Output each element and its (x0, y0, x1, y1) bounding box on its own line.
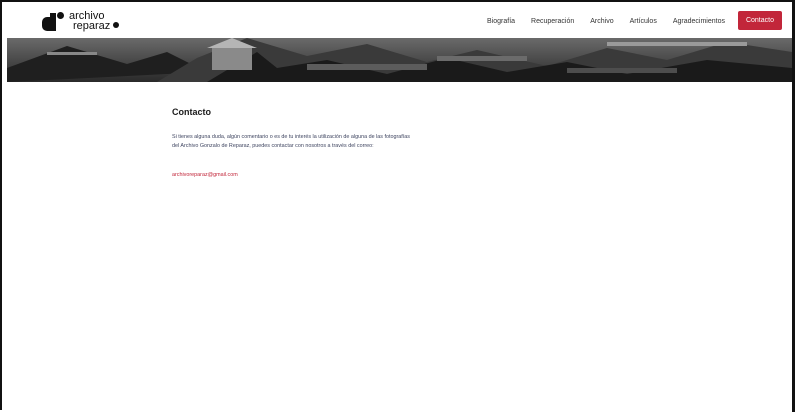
logo-line-2: reparaz (73, 20, 111, 32)
logo-dot-icon (113, 22, 120, 28)
nav-item-agradecimientos[interactable]: Agradecimientos (673, 18, 725, 25)
nav-contacto-button[interactable]: Contacto (737, 11, 782, 30)
contact-paragraph: Si tienes alguna duda, algún comentario … (172, 134, 410, 149)
logo-mark-icon (42, 11, 64, 31)
site-header: archivo reparaz Biografía Recuperación A… (2, 2, 792, 38)
page-title: Contacto (172, 107, 211, 117)
hero-banner-image (7, 38, 792, 82)
main-content: Contacto Si tienes alguna duda, algún co… (172, 107, 412, 181)
nav-item-biografia[interactable]: Biografía (487, 18, 515, 25)
logo-wordmark: archivo reparaz (69, 11, 120, 32)
nav-item-archivo[interactable]: Archivo (590, 18, 613, 25)
main-nav: Biografía Recuperación Archivo Artículos… (471, 11, 782, 31)
nav-item-articulos[interactable]: Artículos (630, 18, 657, 25)
nav-item-recuperacion[interactable]: Recuperación (531, 18, 574, 25)
site-logo[interactable]: archivo reparaz (42, 11, 120, 32)
contact-email-link[interactable]: archivoreparaz@gmail.com (172, 172, 238, 178)
